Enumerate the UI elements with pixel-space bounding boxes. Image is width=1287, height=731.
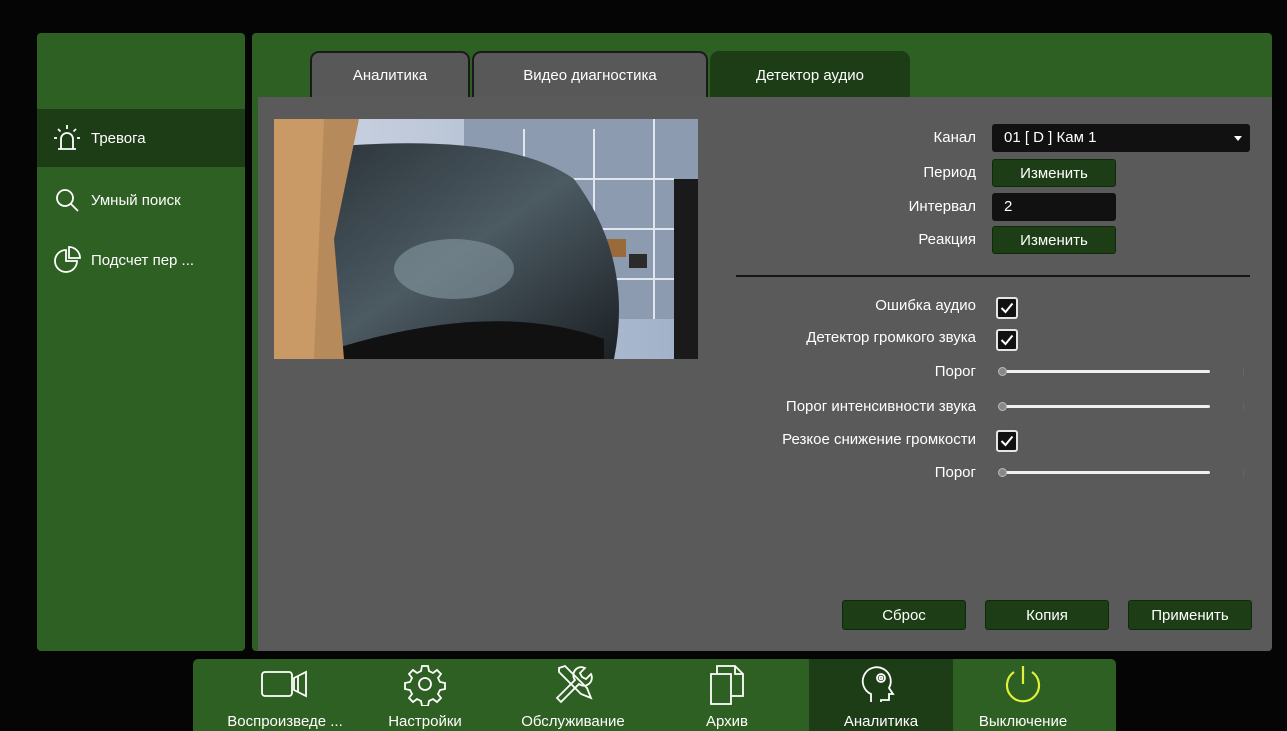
threshold-label: Порог: [934, 464, 976, 481]
apply-button[interactable]: Применить: [1128, 600, 1252, 630]
sidebar-item-label: Подсчет пер ...: [91, 251, 195, 269]
main-panel: Аналитика Видео диагностика Детектор ауд…: [252, 33, 1272, 651]
nav-label: Архив: [705, 713, 749, 730]
threshold-slider[interactable]: [998, 367, 1244, 376]
nav-shutdown[interactable]: Выключение: [953, 659, 1093, 731]
nav-label: Обслуживание: [521, 713, 625, 730]
slider-knob[interactable]: [998, 468, 1007, 477]
interval-label: Интервал: [908, 198, 976, 215]
chevron-down-icon: [1234, 136, 1242, 141]
threshold-label: Порог: [934, 363, 976, 380]
settings-content: Канал 01 [ D ] Кам 1 Период Изменить Инт…: [258, 97, 1272, 651]
nav-label: Выключение: [978, 713, 1068, 730]
head-brain-icon: [859, 659, 903, 709]
channel-select[interactable]: 01 [ D ] Кам 1: [992, 124, 1250, 152]
channel-value: 01 [ D ] Кам 1: [1004, 129, 1097, 146]
nav-archive[interactable]: Архив: [679, 659, 775, 731]
reset-button[interactable]: Сброс: [842, 600, 966, 630]
nav-label: Настройки: [388, 713, 462, 730]
reaction-edit-button[interactable]: Изменить: [992, 226, 1116, 254]
tab-audio-detector[interactable]: Детектор аудио: [710, 51, 910, 97]
power-icon: [1001, 659, 1045, 709]
period-label: Период: [923, 164, 976, 181]
channel-label: Канал: [933, 129, 976, 146]
period-edit-button[interactable]: Изменить: [992, 159, 1116, 187]
nav-label: Воспроизведе ...: [227, 713, 343, 730]
slider-knob[interactable]: [998, 402, 1007, 411]
tab-bar: Аналитика Видео диагностика Детектор ауд…: [252, 33, 1272, 97]
video-camera-icon: [260, 659, 310, 709]
nav-playback[interactable]: Воспроизведе ...: [201, 659, 369, 731]
tab-video-diagnostics[interactable]: Видео диагностика: [472, 51, 708, 97]
check-icon: [1000, 302, 1014, 314]
tab-analytics[interactable]: Аналитика: [310, 51, 470, 97]
reaction-label: Реакция: [918, 231, 976, 248]
interval-input[interactable]: 2: [992, 193, 1116, 221]
slider-track: [1006, 370, 1210, 373]
audio-error-label: Ошибка аудио: [875, 297, 976, 314]
gear-icon: [403, 659, 447, 709]
copy-button[interactable]: Копия: [985, 600, 1109, 630]
left-sidebar: Тревога Умный поиск Подсчет пер ...: [37, 33, 245, 651]
intensity-threshold-slider[interactable]: [998, 402, 1244, 411]
nav-analytics[interactable]: Аналитика: [809, 659, 953, 731]
sidebar-item-smart-search[interactable]: Умный поиск: [37, 171, 245, 229]
sharp-volume-drop-label: Резкое снижение громкости: [782, 431, 976, 448]
camera-preview: [274, 119, 698, 359]
loud-sound-detector-label: Детектор громкого звука: [806, 329, 976, 346]
slider-knob[interactable]: [998, 367, 1007, 376]
slider-end-tick: [1243, 368, 1244, 375]
slider-track: [1006, 405, 1210, 408]
sidebar-item-label: Умный поиск: [91, 191, 181, 209]
loud-sound-detector-checkbox[interactable]: [996, 329, 1018, 351]
check-icon: [1000, 334, 1014, 346]
check-icon: [1000, 435, 1014, 447]
sharp-volume-drop-checkbox[interactable]: [996, 430, 1018, 452]
bottom-nav-bar: Воспроизведе ... Настройки Обслуживание: [193, 659, 1116, 731]
nav-maintenance[interactable]: Обслуживание: [493, 659, 653, 731]
sidebar-item-label: Тревога: [91, 129, 146, 147]
tools-icon: [551, 659, 595, 709]
divider: [736, 275, 1250, 277]
search-icon: [52, 185, 82, 215]
slider-end-tick: [1243, 469, 1244, 476]
alarm-light-icon: [52, 123, 82, 153]
files-icon: [707, 659, 747, 709]
threshold-slider[interactable]: [998, 468, 1244, 477]
intensity-threshold-label: Порог интенсивности звука: [785, 398, 976, 415]
audio-error-checkbox[interactable]: [996, 297, 1018, 319]
nav-label: Аналитика: [843, 713, 919, 730]
nav-settings[interactable]: Настройки: [369, 659, 481, 731]
slider-end-tick: [1243, 403, 1244, 410]
pie-chart-icon: [52, 245, 82, 275]
sidebar-item-people-count[interactable]: Подсчет пер ...: [37, 231, 245, 289]
slider-track: [1006, 471, 1210, 474]
sidebar-item-alarm[interactable]: Тревога: [37, 109, 245, 167]
